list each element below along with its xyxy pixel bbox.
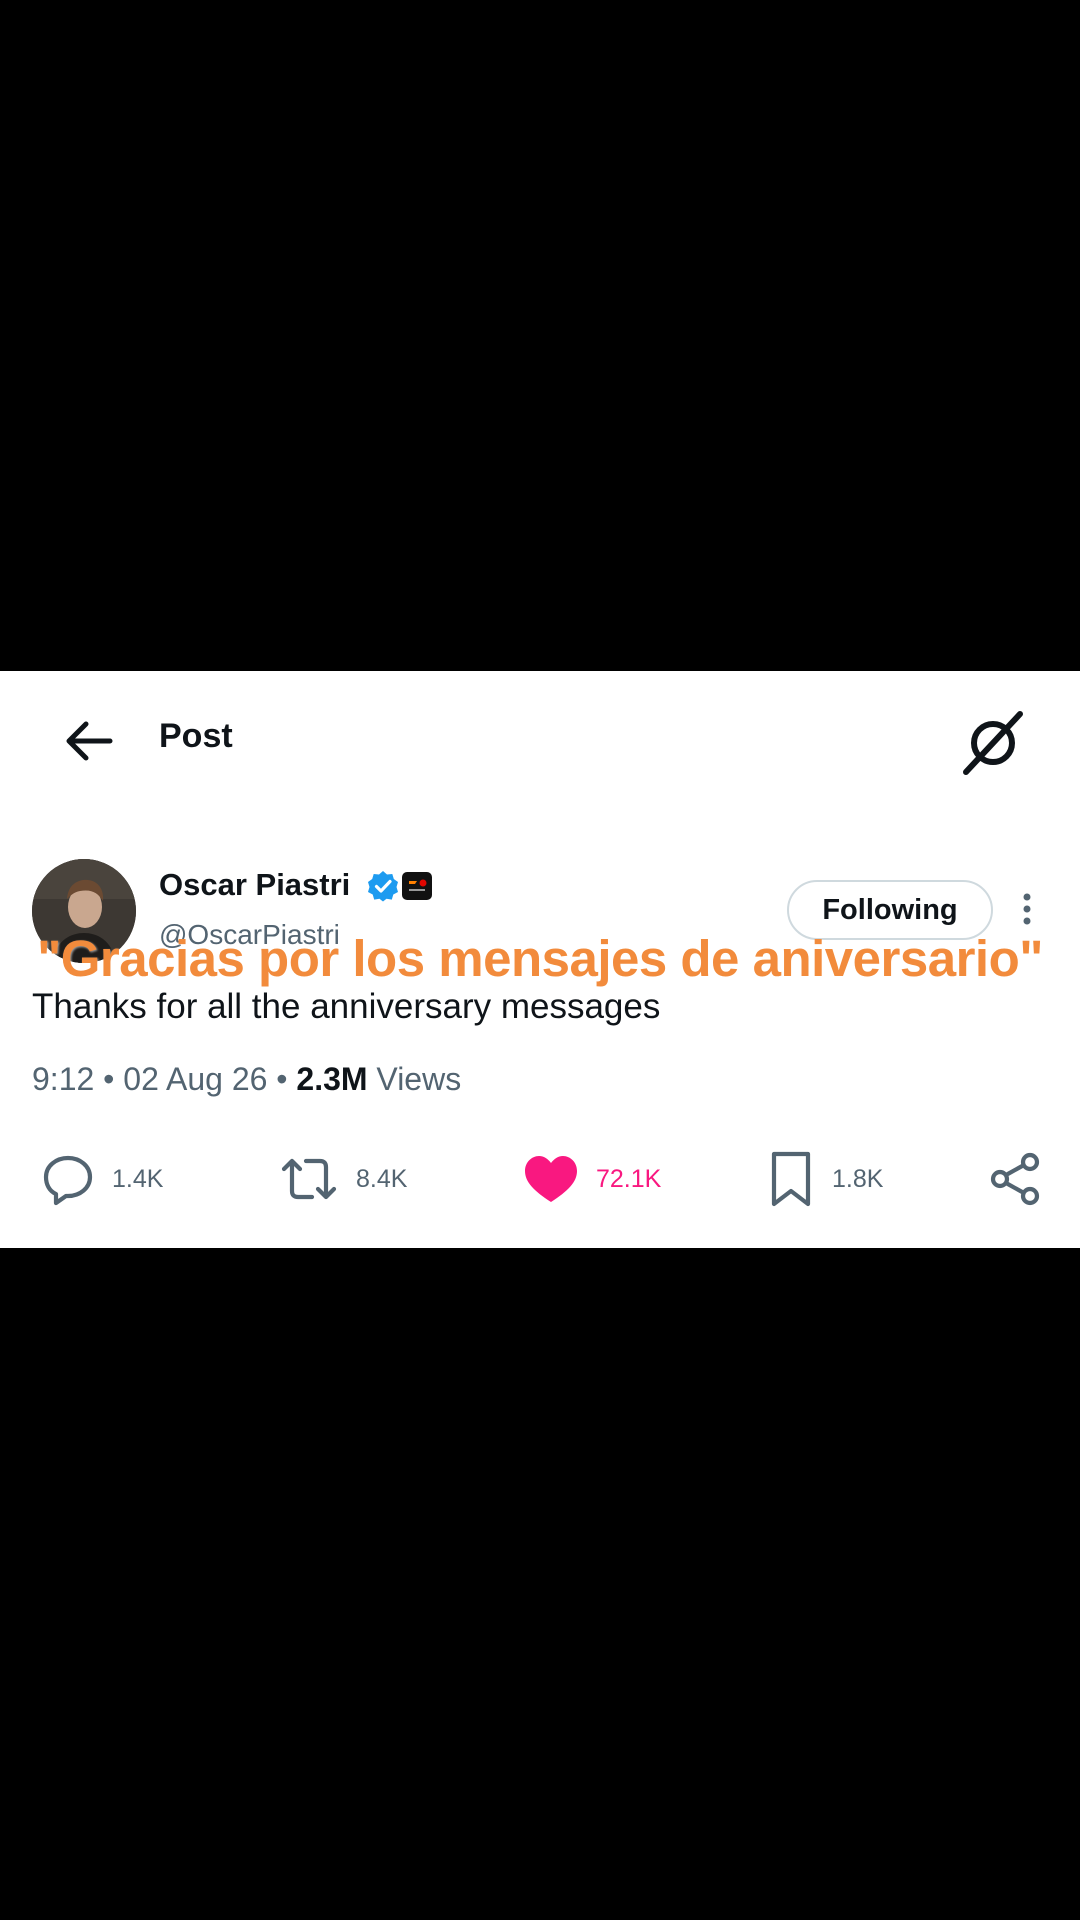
share-icon: [990, 1152, 1040, 1206]
caption-overlay: "Gracias por los mensajes de aniversario…: [37, 930, 1043, 987]
views-label: Views: [367, 1061, 462, 1097]
bookmark-count: 1.8K: [832, 1164, 884, 1193]
post-time: 9:12: [32, 1061, 95, 1097]
reply-button[interactable]: 1.4K: [40, 1149, 163, 1209]
repost-icon: [281, 1158, 337, 1200]
page-title: Post: [159, 717, 233, 755]
post-date: 02 Aug 26: [123, 1061, 268, 1097]
meta-separator: •: [267, 1061, 297, 1097]
share-button[interactable]: [986, 1149, 1044, 1209]
meta-separator: •: [94, 1061, 124, 1097]
post-meta: 9:12 • 02 Aug 26 • 2.3M Views: [32, 1061, 461, 1098]
bookmark-button[interactable]: 1.8K: [766, 1149, 883, 1209]
repost-count: 8.4K: [356, 1164, 408, 1193]
affiliate-badge-icon: [402, 872, 432, 900]
author-name[interactable]: Oscar Piastri: [159, 867, 350, 903]
back-arrow-icon[interactable]: [58, 711, 118, 771]
verified-badge-icon: [368, 871, 398, 902]
post-text: Thanks for all the anniversary messages: [32, 987, 661, 1026]
grok-icon[interactable]: [958, 708, 1028, 778]
repost-button[interactable]: 8.4K: [278, 1149, 407, 1209]
like-button[interactable]: 72.1K: [522, 1149, 661, 1209]
post-card: Post Oscar Piastri @OscarPiastri Followi…: [0, 671, 1080, 1248]
like-count: 72.1K: [596, 1164, 662, 1193]
reply-count: 1.4K: [112, 1164, 164, 1193]
views-count[interactable]: 2.3M: [296, 1061, 367, 1097]
like-icon: [525, 1156, 577, 1202]
more-options-icon[interactable]: [1012, 889, 1042, 929]
reply-icon: [43, 1155, 93, 1206]
bookmark-icon: [771, 1151, 811, 1207]
